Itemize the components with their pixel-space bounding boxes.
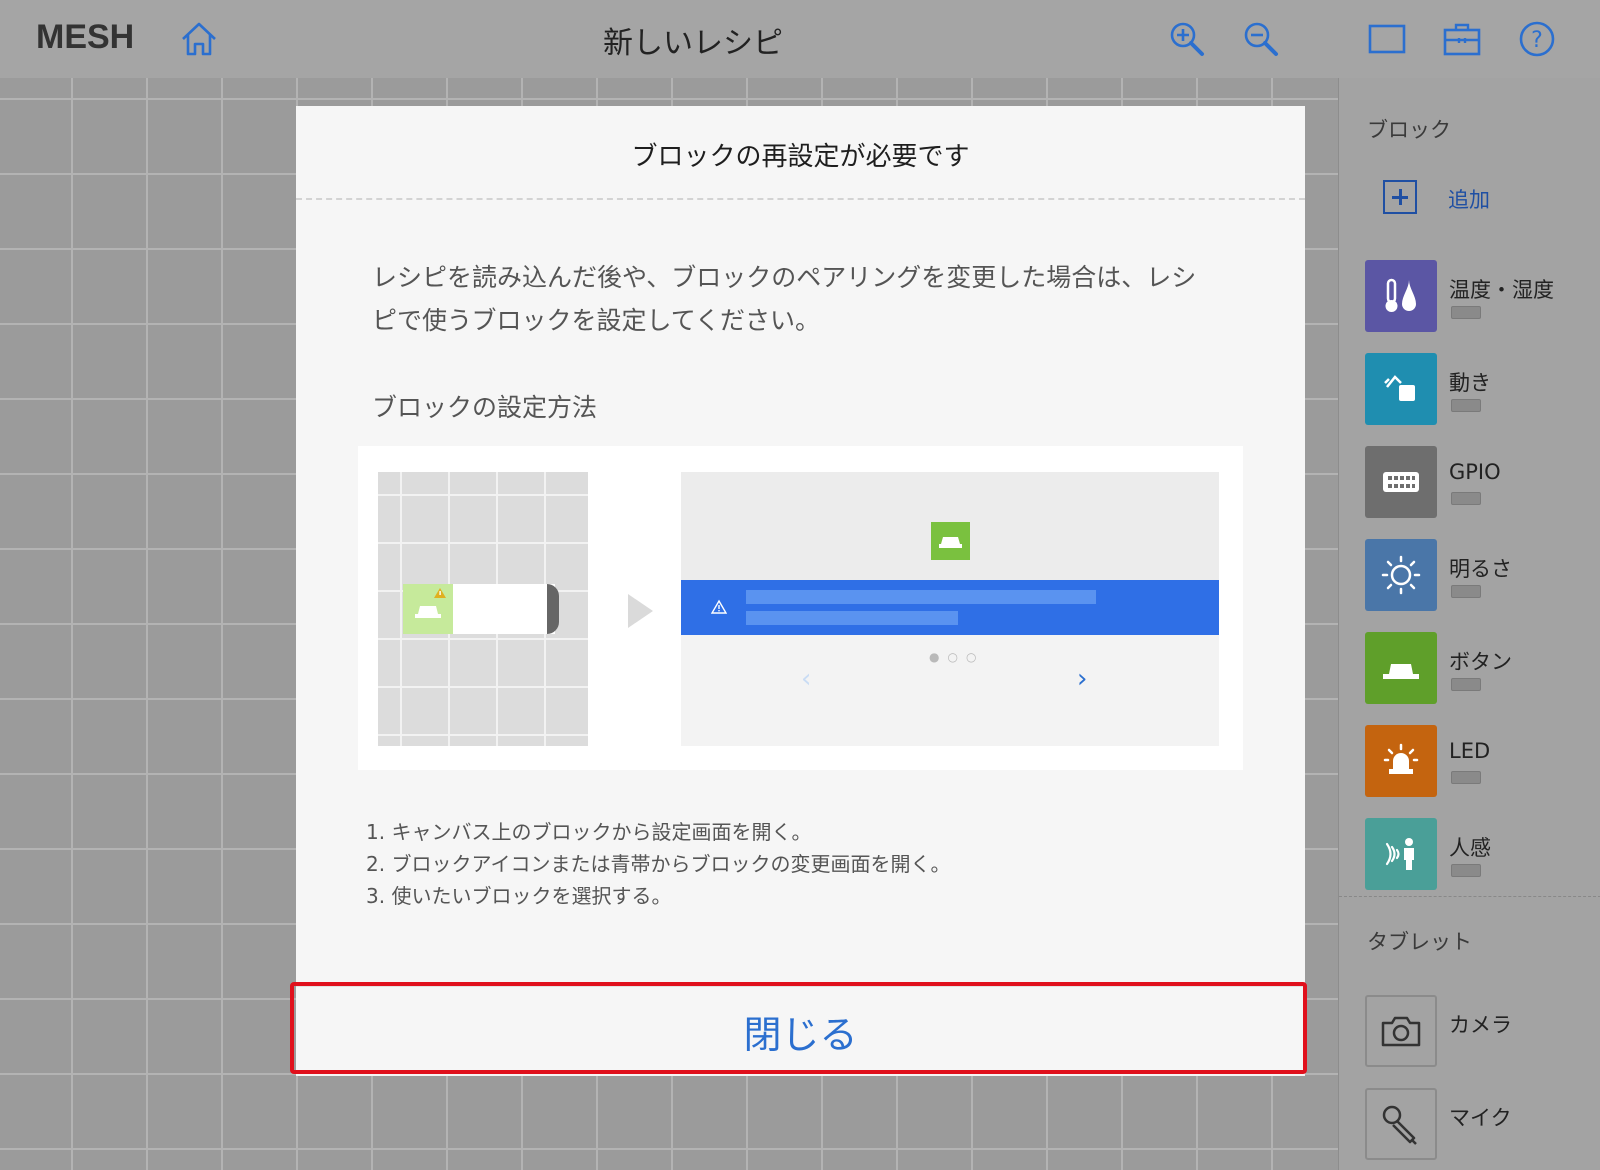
dialog-title: ブロックの再設定が必要です (631, 142, 970, 172)
illustration-canvas (378, 472, 588, 746)
help-icon[interactable]: ? (1516, 18, 1558, 60)
step-item: 2. ブロックアイコンまたは青帯からブロックの変更画面を開く。 (366, 852, 951, 876)
block-name: ボタン (1449, 650, 1512, 674)
block-button[interactable]: ボタン (1365, 632, 1595, 704)
block-name: 明るさ (1449, 557, 1512, 581)
setup-steps: 1. キャンバス上のブロックから設定画面を開く。 2. ブロックアイコンまたは青… (366, 816, 950, 912)
zoom-out-icon[interactable] (1240, 18, 1282, 60)
motion-icon (1365, 353, 1437, 425)
illustration-button-icon (403, 584, 453, 634)
block-name: マイク (1449, 1106, 1512, 1130)
reconfigure-dialog: ブロックの再設定が必要です レシピを読み込んだ後や、ブロックのペアリングを変更し… (296, 106, 1305, 1076)
close-button-highlight (290, 982, 1307, 1074)
plus-icon (1383, 180, 1417, 214)
block-motion[interactable]: 動き (1365, 353, 1595, 425)
illustration-screen-header (681, 472, 1219, 580)
step-item: 3. 使いたいブロックを選択する。 (366, 884, 672, 908)
dialog-body-line2: ピで使うブロックを設定してください。 (372, 306, 821, 335)
camera-icon (1365, 995, 1437, 1067)
block-temp-humidity[interactable]: 温度・湿度 (1365, 260, 1595, 332)
block-name: カメラ (1449, 1013, 1512, 1037)
add-label: 追加 (1448, 188, 1490, 212)
blocks-heading: ブロック (1367, 118, 1451, 142)
chevron-left-icon: ‹ (801, 664, 812, 694)
microphone-icon (1365, 1088, 1437, 1160)
step-item: 1. キャンバス上のブロックから設定画面を開く。 (366, 820, 812, 844)
illustration-warning-band (681, 580, 1219, 635)
svg-text:?: ? (1531, 28, 1543, 53)
block-panel: ブロック 追加 温度・湿度 動き GPIO 明るさ ボタン LED 人感 タブレ… (1338, 78, 1600, 1170)
arrow-right-icon (628, 594, 653, 628)
battery-icon (1451, 771, 1481, 784)
illustration-text-line (746, 611, 958, 625)
block-gpio[interactable]: GPIO (1365, 446, 1595, 518)
dialog-body: レシピを読み込んだ後や、ブロックのペアリングを変更した場合は、レシ ピで使うブロ… (372, 256, 1212, 342)
human-sensor-icon (1365, 818, 1437, 890)
tablet-camera[interactable]: カメラ (1365, 995, 1595, 1067)
block-brightness[interactable]: 明るさ (1365, 539, 1595, 611)
battery-icon (1451, 585, 1481, 598)
battery-icon (1451, 864, 1481, 877)
top-bar: MESH 新しいレシピ ? (0, 0, 1600, 79)
button-icon (1365, 632, 1437, 704)
tablet-heading: タブレット (1367, 930, 1472, 954)
battery-icon (1451, 399, 1481, 412)
brightness-icon (1365, 539, 1437, 611)
led-icon (1365, 725, 1437, 797)
illustration-green-block-icon (931, 522, 970, 560)
thermometer-drop-icon (1365, 260, 1437, 332)
battery-icon (1451, 306, 1481, 319)
tablet-microphone[interactable]: マイク (1365, 1088, 1595, 1160)
page-dots: ●○○ (929, 650, 985, 664)
block-name: GPIO (1449, 460, 1501, 484)
dialog-body-line1: レシピを読み込んだ後や、ブロックのペアリングを変更した場合は、レシ (372, 263, 1197, 292)
illustration-text-line (746, 590, 1096, 604)
chevron-right-icon: › (1077, 664, 1088, 694)
add-block-button[interactable]: 追加 (1383, 180, 1583, 218)
screen-icon[interactable] (1366, 18, 1408, 60)
panel-divider (1339, 896, 1600, 897)
zoom-in-icon[interactable] (1166, 18, 1208, 60)
block-name: LED (1449, 739, 1491, 763)
battery-icon (1451, 492, 1481, 505)
block-name: 温度・湿度 (1449, 278, 1554, 302)
block-human-sensor[interactable]: 人感 (1365, 818, 1595, 890)
warning-icon (711, 599, 727, 614)
illustration-screen: ●○○ ‹ › (681, 472, 1219, 746)
setup-illustration: ●○○ ‹ › (358, 446, 1243, 770)
battery-icon (1451, 678, 1481, 691)
illustration-block-end (547, 584, 559, 634)
dialog-divider (296, 198, 1305, 200)
block-name: 人感 (1449, 836, 1491, 860)
dialog-subheading: ブロックの設定方法 (372, 393, 598, 422)
illustration-block (403, 584, 559, 634)
block-name: 動き (1449, 371, 1491, 395)
toolbox-icon[interactable] (1441, 18, 1483, 60)
gpio-icon (1365, 446, 1437, 518)
block-led[interactable]: LED (1365, 725, 1595, 797)
